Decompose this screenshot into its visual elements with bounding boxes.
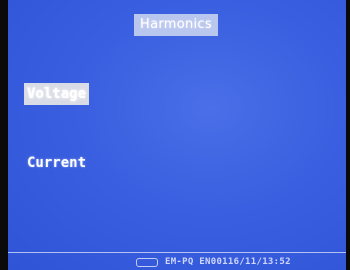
menu-item-current[interactable]: Current <box>24 152 89 174</box>
link-icon <box>136 258 158 267</box>
status-bar: EM-PQ EN00116/11/13:52 <box>8 252 346 270</box>
screen-title: Harmonics <box>134 14 218 36</box>
lcd-screen: Harmonics Voltage Current EM-PQ EN00116/… <box>8 0 346 270</box>
device-bezel: Harmonics Voltage Current EM-PQ EN00116/… <box>0 0 350 270</box>
menu-item-voltage[interactable]: Voltage <box>24 83 90 105</box>
status-text: EM-PQ EN00116/11/13:52 <box>165 257 291 267</box>
